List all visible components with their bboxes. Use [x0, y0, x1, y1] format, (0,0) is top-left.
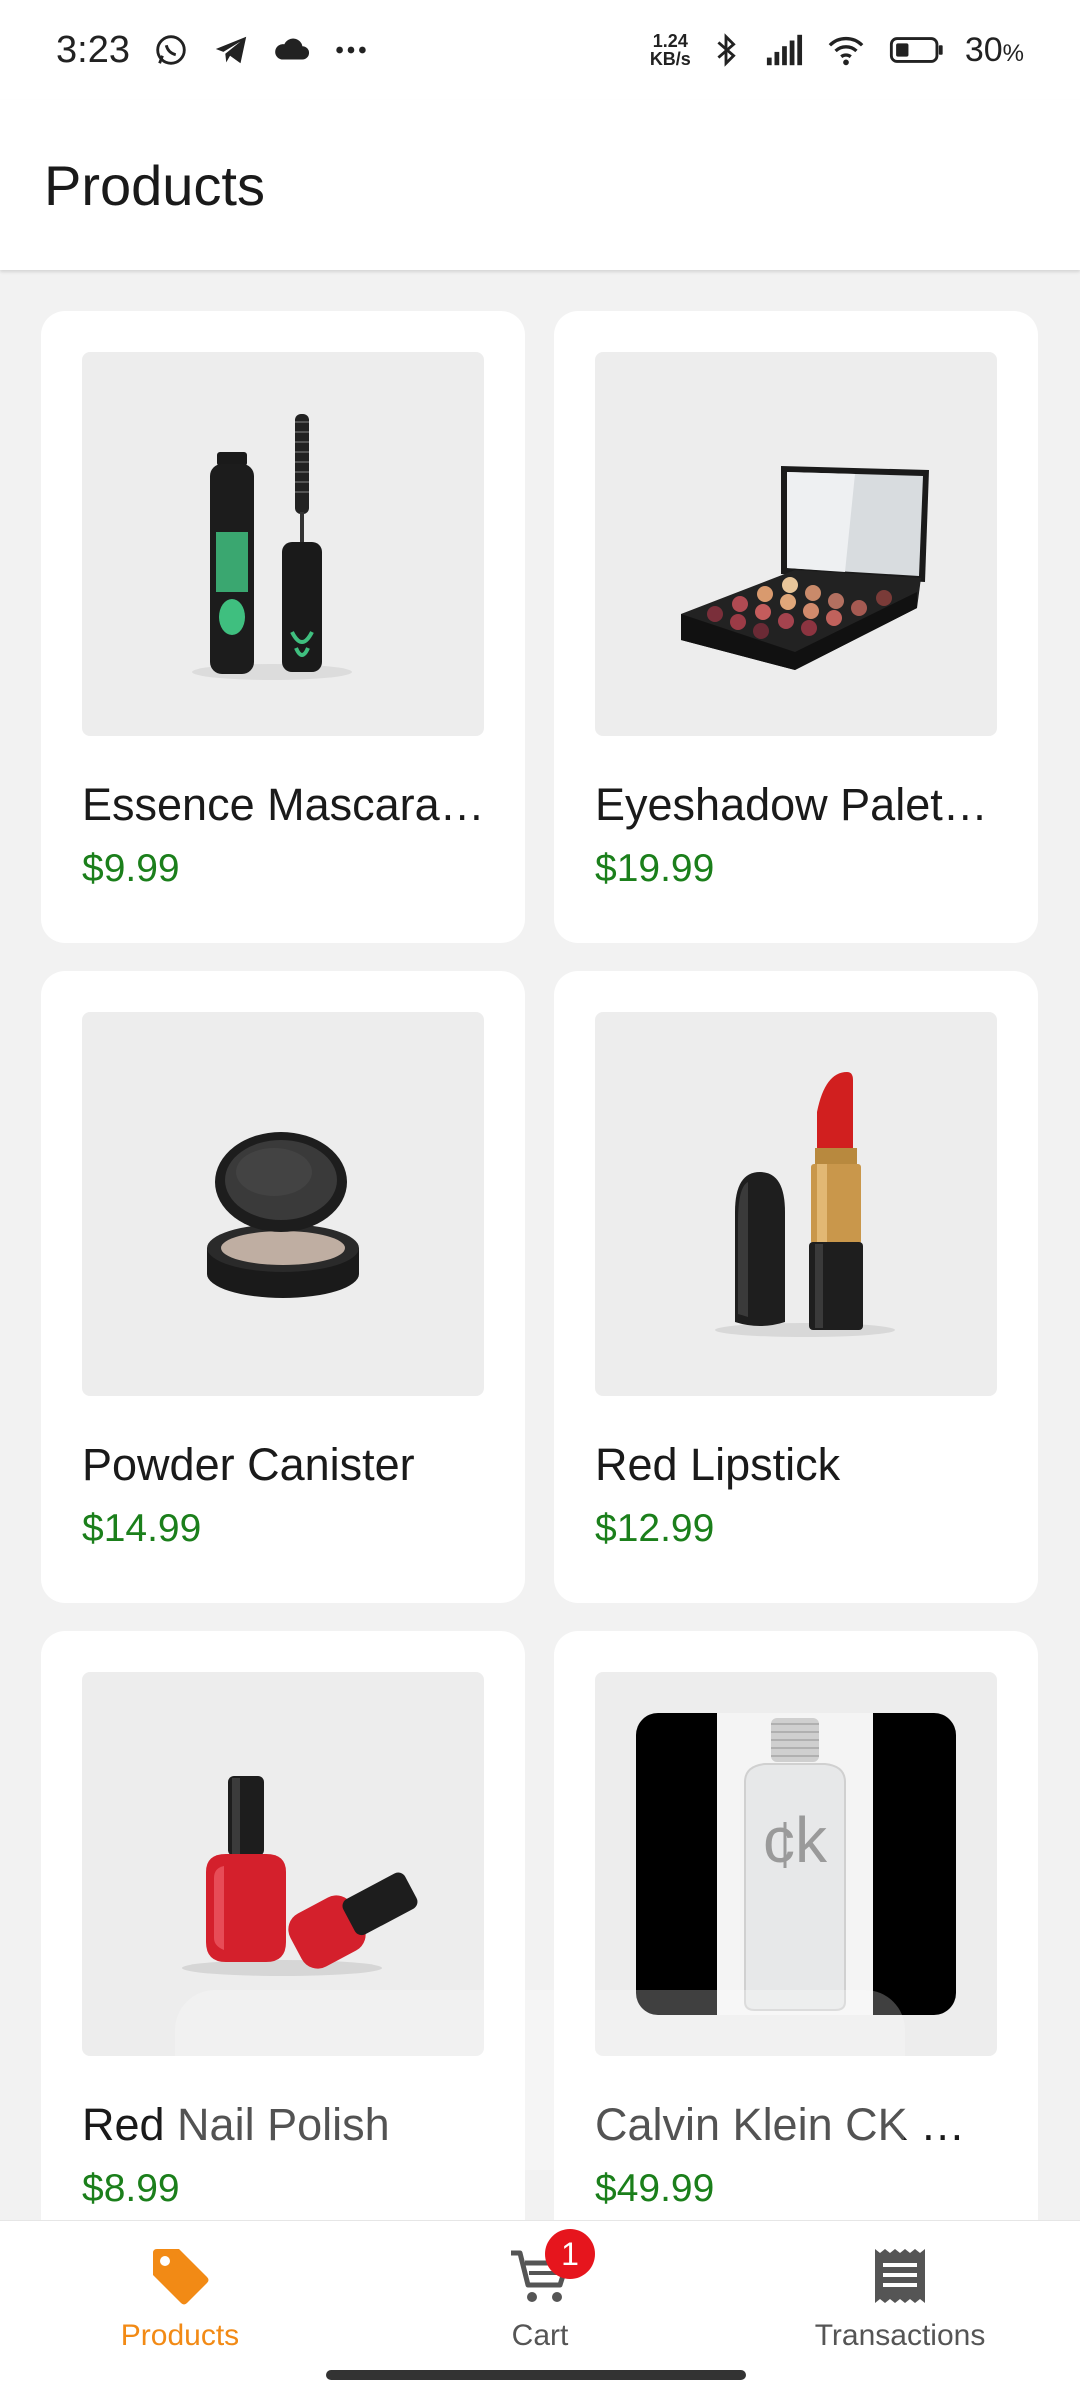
tag-icon [147, 2243, 213, 2309]
battery-percent: 30% [964, 30, 1024, 69]
product-card[interactable]: Powder Canister $14.99 [41, 971, 525, 1603]
product-image [82, 1012, 484, 1396]
wifi-icon [828, 36, 864, 66]
product-price: $19.99 [595, 847, 715, 890]
signal-icon [766, 34, 802, 66]
nav-item-transactions[interactable]: Transactions [750, 2243, 1050, 2373]
product-image [82, 352, 484, 736]
nav-label: Products [120, 2319, 240, 2352]
eyeshadow-palette-image [681, 466, 929, 670]
cart-badge: 1 [545, 2229, 595, 2279]
product-grid[interactable]: Essence Mascara… $9.99 Eyeshadow Palet… … [0, 270, 1080, 2220]
network-speed: 1.24 KB/s [649, 31, 691, 69]
product-card[interactable]: Red Lipstick $12.99 [554, 971, 1038, 1603]
app-bar: Products [0, 100, 1080, 270]
home-indicator[interactable] [326, 2370, 746, 2380]
cloud-icon [275, 38, 310, 60]
telegram-icon [215, 36, 247, 64]
product-name: Essence Mascara… [82, 779, 485, 830]
svg-text:ck: ck [763, 1804, 828, 1876]
product-image [595, 352, 997, 736]
product-price: $8.99 [82, 2167, 180, 2210]
nav-label: Cart [511, 2319, 569, 2352]
lipstick-image [715, 1072, 895, 1337]
whatsapp-icon [156, 35, 186, 65]
status-bar: 3:23 1.24 KB/s 30% [0, 0, 1080, 100]
product-card[interactable]: Eyeshadow Palet… $19.99 [554, 311, 1038, 943]
product-name: Red Lipstick [595, 1439, 841, 1490]
battery-icon [889, 37, 943, 63]
bluetooth-icon [717, 33, 736, 67]
nav-item-cart[interactable]: 1 Cart [390, 2229, 690, 2373]
nav-label: Transactions [814, 2319, 986, 2352]
receipt-icon [867, 2243, 933, 2309]
product-price: $49.99 [595, 2167, 715, 2210]
cart-icon: 1 [507, 2229, 595, 2309]
more-icon [336, 46, 366, 54]
nav-item-products[interactable]: Products [30, 2243, 330, 2373]
product-name: Eyeshadow Palet… [595, 779, 988, 830]
toast-overlay [175, 1990, 905, 2170]
status-time: 3:23 [56, 28, 130, 71]
mascara-image [192, 414, 352, 680]
page-title: Products [44, 153, 265, 217]
product-image [595, 1012, 997, 1396]
product-price: $9.99 [82, 847, 180, 890]
powder-canister-image [207, 1132, 359, 1298]
product-price: $14.99 [82, 1507, 202, 1550]
product-name: Powder Canister [82, 1439, 415, 1490]
product-card[interactable]: Essence Mascara… $9.99 [41, 311, 525, 943]
product-price: $12.99 [595, 1507, 715, 1550]
